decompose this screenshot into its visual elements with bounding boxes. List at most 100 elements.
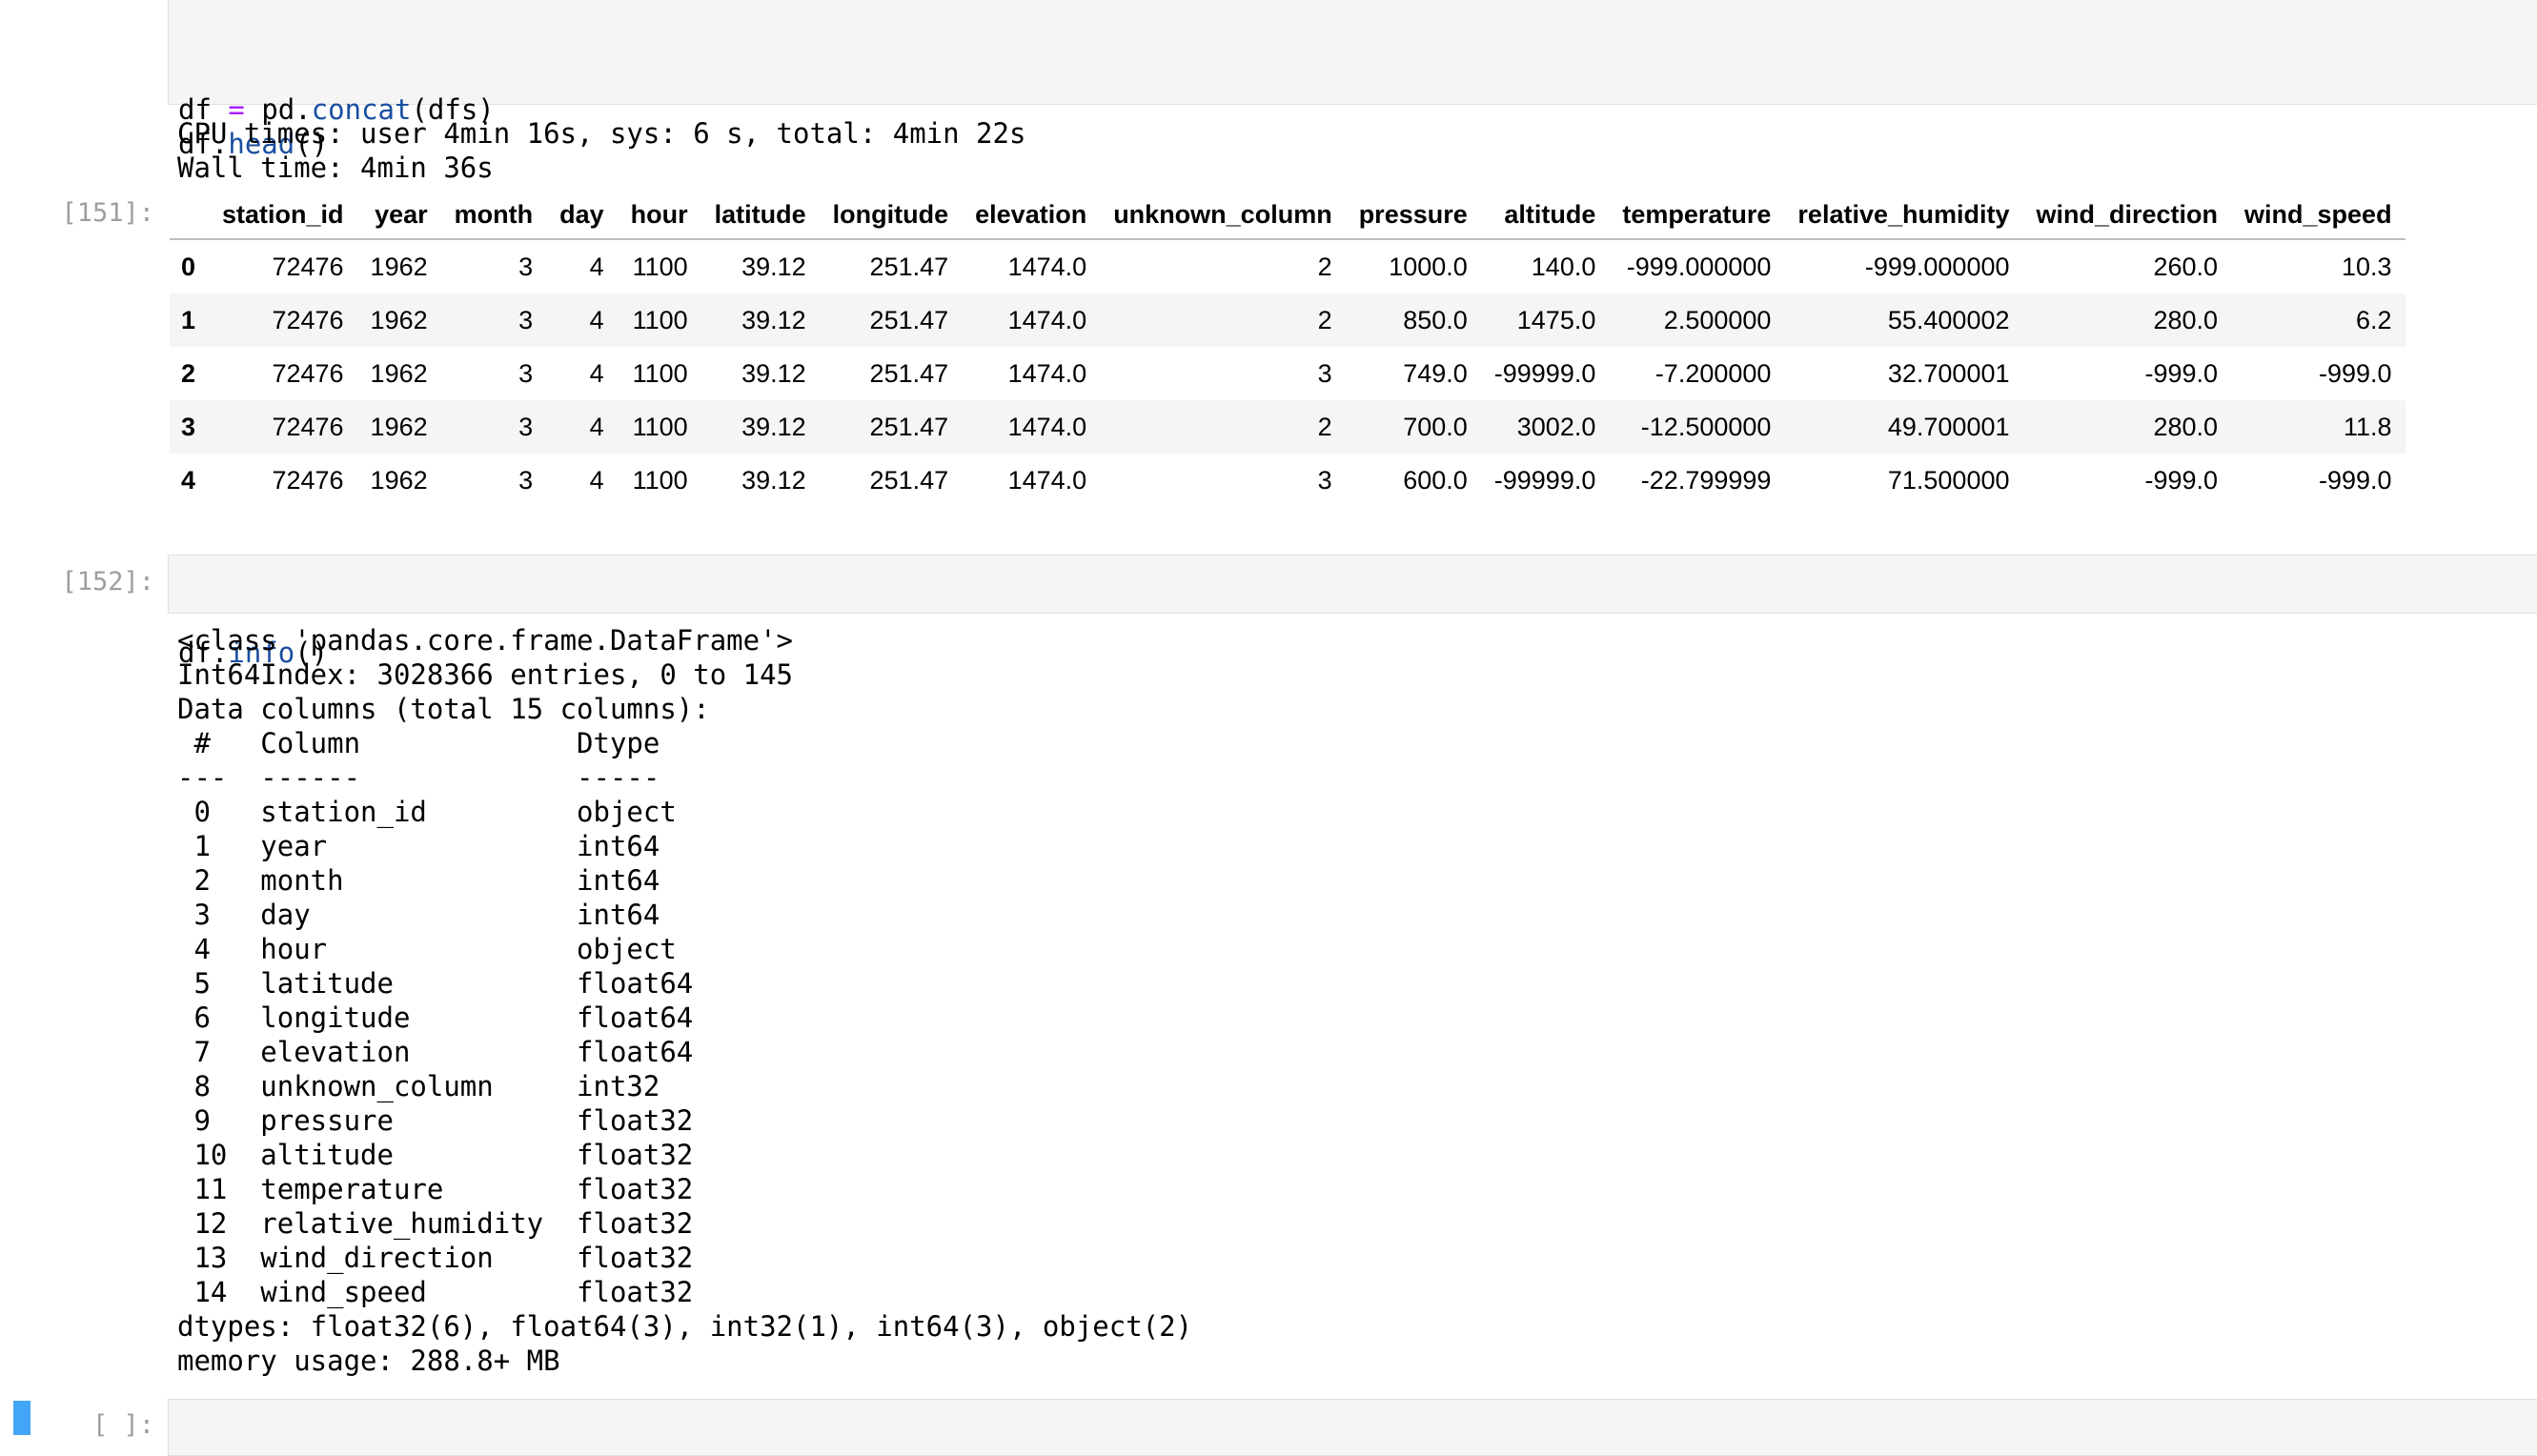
output-line: 11 temperature float32: [177, 1173, 694, 1205]
table-row: 3 72476 1962 3 4 1100 39.12 251.47 1474.0 2 700.0 3…: [170, 400, 2405, 454]
output-line: 9 pressure float32: [177, 1104, 694, 1137]
code-cell-info[interactable]: df.info(): [168, 555, 2537, 669]
column-header: station_id: [209, 191, 357, 240]
execution-count-152: [152]:: [61, 567, 154, 597]
wall-time-text: Wall time: 4min 36s: [177, 152, 494, 184]
table-cell: 3: [1317, 358, 1332, 388]
table-cell: 2: [1317, 412, 1332, 441]
table-cell: 2.500000: [1663, 305, 1772, 334]
table-cell: 3: [518, 252, 534, 281]
table-row: 1 72476 1962 3 4 1100 39.12 251.47 1474.0 2 850.0 1…: [170, 293, 2405, 347]
output-line: 2 month int64: [177, 864, 694, 897]
table-cell: 39.12: [741, 465, 806, 495]
table-cell: 1962: [370, 358, 428, 388]
output-line: 3 day int64: [177, 899, 694, 931]
output-line: --- ------ -----: [177, 761, 694, 794]
column-header: relative_humidity: [1784, 191, 2023, 240]
column-header: wind_direction: [2022, 191, 2232, 240]
dataframe-head-table: station_id year month day hour latitude longit…: [170, 191, 2405, 507]
table-header-row: station_id year month day hour latitude longit…: [170, 191, 2405, 240]
code-cell-concat[interactable]: df = pd.concat(dfs) df.head(): [168, 0, 2537, 160]
output-line: 4 hour object: [177, 933, 694, 965]
table-body: 0 72476 1962 3 4 1100 39.12 251.47 1474.0 2 1000.0…: [170, 239, 2405, 507]
table-cell: 1962: [370, 252, 428, 281]
table-cell: 1100: [632, 465, 688, 495]
output-line: 7 elevation float64: [177, 1036, 694, 1068]
table-cell: 2: [1317, 252, 1332, 281]
table-cell: 4: [589, 358, 604, 388]
table-cell: 39.12: [741, 252, 806, 281]
table-cell: 4: [589, 465, 604, 495]
table-cell: 72476: [272, 252, 344, 281]
execution-count-151: [151]:: [61, 198, 154, 228]
row-index: 2: [181, 358, 196, 388]
table-cell: -999.000000: [1864, 252, 2010, 281]
table-cell: 1474.0: [1007, 358, 1087, 388]
output-line: 12 relative_humidity float32: [177, 1207, 694, 1240]
table-row: 4 72476 1962 3 4 1100 39.12 251.47 1474.0 3 600.0-…: [170, 454, 2405, 507]
table-cell: -99999.0: [1493, 465, 1596, 495]
column-header: latitude: [700, 191, 820, 240]
table-cell: 700.0: [1403, 412, 1468, 441]
column-header: hour: [617, 191, 701, 240]
table-cell: 10.3: [2342, 252, 2392, 281]
table-cell: -7.200000: [1654, 358, 1772, 388]
table-cell: 1475.0: [1516, 305, 1596, 334]
table-cell: 55.400002: [1887, 305, 2010, 334]
table-cell: 280.0: [2153, 412, 2219, 441]
table-cell: -999.0: [2319, 358, 2392, 388]
table-cell: 72476: [272, 358, 344, 388]
column-header: longitude: [819, 191, 963, 240]
output-line: 6 longitude float64: [177, 1001, 694, 1034]
row-index: 4: [181, 465, 196, 495]
table-cell: 71.500000: [1887, 465, 2010, 495]
table-cell: 3002.0: [1516, 412, 1596, 441]
column-header: temperature: [1609, 191, 1785, 240]
table-cell: 3: [518, 305, 534, 334]
code-cell-empty[interactable]: [168, 1399, 2537, 1456]
table-cell: 2: [1317, 305, 1332, 334]
table-cell: 3: [518, 412, 534, 441]
table-cell: 1474.0: [1007, 305, 1087, 334]
table-cell: 72476: [272, 465, 344, 495]
output-line: 14 wind_speed float32: [177, 1276, 694, 1308]
table-cell: 1100: [632, 305, 688, 334]
column-header: wind_speed: [2231, 191, 2405, 240]
column-header: pressure: [1345, 191, 1481, 240]
table-cell: 850.0: [1403, 305, 1468, 334]
table-cell: 1962: [370, 412, 428, 441]
table-cell: 260.0: [2153, 252, 2219, 281]
table-cell: 1100: [632, 252, 688, 281]
table-cell: 1474.0: [1007, 252, 1087, 281]
table-cell: -12.500000: [1640, 412, 1772, 441]
output-line: Data columns (total 15 columns):: [177, 693, 710, 725]
table-cell: -999.0: [2144, 465, 2219, 495]
output-line: 5 latitude float64: [177, 967, 694, 1000]
table-cell: 72476: [272, 305, 344, 334]
table-cell: 280.0: [2153, 305, 2219, 334]
table-cell: 39.12: [741, 358, 806, 388]
table-cell: 251.47: [869, 412, 949, 441]
table-cell: 39.12: [741, 412, 806, 441]
table-cell: 1962: [370, 465, 428, 495]
table-cell: -999.0: [2144, 358, 2219, 388]
table-cell: 1000.0: [1389, 252, 1468, 281]
output-line: memory usage: 288.8+ MB: [177, 1345, 560, 1377]
table-cell: 4: [589, 252, 604, 281]
table-cell: -22.799999: [1640, 465, 1772, 495]
output-line: 1 year int64: [177, 830, 694, 862]
output-line: 10 altitude float32: [177, 1139, 694, 1171]
table-row: 2 72476 1962 3 4 1100 39.12 251.47 1474.0 3 749.0-…: [170, 347, 2405, 400]
row-index: 3: [181, 412, 196, 441]
output-line: Int64Index: 3028366 entries, 0 to 145: [177, 658, 794, 691]
table-cell: 49.700001: [1887, 412, 2010, 441]
table-cell: 251.47: [869, 465, 949, 495]
output-line: <class 'pandas.core.frame.DataFrame'>: [177, 624, 794, 657]
index-header: [170, 191, 210, 240]
table-cell: 1962: [370, 305, 428, 334]
cpu-times-text: CPU times: user 4min 16s, sys: 6 s, tota…: [177, 117, 1026, 150]
table-cell: 1474.0: [1007, 465, 1087, 495]
table-cell: 3: [1317, 465, 1332, 495]
table-cell: -999.0: [2319, 465, 2392, 495]
table-cell: 6.2: [2356, 305, 2392, 334]
